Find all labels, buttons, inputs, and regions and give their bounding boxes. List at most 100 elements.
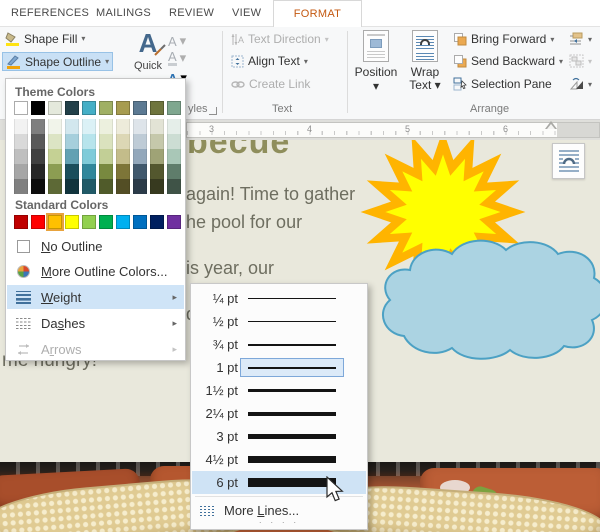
theme-variant-swatch[interactable] <box>31 119 45 134</box>
dashes-item[interactable]: Dashes ▸ <box>7 311 184 335</box>
position-button[interactable]: Position ▾ <box>352 30 400 116</box>
wrap-text-button[interactable]: Wrap Text ▾ <box>402 30 448 116</box>
standard-color-swatch[interactable] <box>167 215 181 229</box>
theme-variant-swatch[interactable] <box>14 134 28 149</box>
shape-outline-button[interactable]: Shape Outline ▾ <box>2 52 113 71</box>
send-backward-button[interactable]: Send Backward ▾ <box>450 53 566 69</box>
standard-color-swatch[interactable] <box>31 215 45 229</box>
theme-variant-swatch[interactable] <box>31 164 45 179</box>
weight-option-half[interactable]: ½ pt <box>192 310 366 333</box>
weight-option-4-5pt[interactable]: 4½ pt <box>192 448 366 471</box>
theme-variant-swatch[interactable] <box>150 179 164 194</box>
theme-variant-swatch[interactable] <box>31 149 45 164</box>
tab-review[interactable]: REVIEW <box>169 0 214 27</box>
no-outline-item[interactable]: No Outline <box>7 234 184 258</box>
theme-variant-swatch[interactable] <box>133 179 147 194</box>
weight-item[interactable]: Weight ▸ <box>7 285 184 309</box>
dialog-launcher-icon[interactable] <box>209 107 217 115</box>
tab-format-active[interactable]: FORMAT <box>273 0 362 27</box>
theme-variant-swatch[interactable] <box>116 119 130 134</box>
standard-color-swatch[interactable] <box>65 215 79 229</box>
arrows-item[interactable]: Arrows ▸ <box>7 337 184 361</box>
standard-color-swatch[interactable] <box>116 215 130 229</box>
theme-variant-swatch[interactable] <box>150 149 164 164</box>
theme-variant-swatch[interactable] <box>99 119 113 134</box>
text-direction-button[interactable]: A Text Direction ▾ <box>228 31 332 47</box>
theme-variant-swatch[interactable] <box>48 119 62 134</box>
tab-references[interactable]: REFERENCES <box>11 0 89 27</box>
theme-variant-swatch[interactable] <box>133 134 147 149</box>
theme-variant-swatch[interactable] <box>116 149 130 164</box>
theme-variant-swatch[interactable] <box>167 149 181 164</box>
theme-variant-swatch[interactable] <box>65 149 79 164</box>
theme-color-swatch[interactable] <box>82 101 96 115</box>
align-text-button[interactable]: Align Text ▾ <box>228 53 311 69</box>
theme-variant-swatch[interactable] <box>82 164 96 179</box>
theme-variant-swatch[interactable] <box>116 134 130 149</box>
theme-variant-swatch[interactable] <box>167 119 181 134</box>
shape-fill-button[interactable]: Shape Fill ▾ <box>2 30 88 47</box>
weight-option-1pt-selected[interactable]: 1 pt <box>192 356 366 379</box>
create-link-button[interactable]: Create Link <box>228 76 313 92</box>
standard-color-swatch[interactable] <box>133 215 147 229</box>
theme-variant-swatch[interactable] <box>48 134 62 149</box>
weight-option-quarter[interactable]: ¼ pt <box>192 287 366 310</box>
theme-color-swatch[interactable] <box>48 101 62 115</box>
weight-option-threequarter[interactable]: ¾ pt <box>192 333 366 356</box>
theme-variant-swatch[interactable] <box>82 134 96 149</box>
theme-variant-swatch[interactable] <box>31 179 45 194</box>
standard-color-swatch[interactable] <box>150 215 164 229</box>
theme-color-swatch[interactable] <box>133 101 147 115</box>
rotate-objects-button[interactable]: ▾ <box>566 76 595 92</box>
theme-variant-swatch[interactable] <box>99 179 113 194</box>
align-objects-button[interactable]: ▾ <box>566 31 595 47</box>
more-outline-colors-item[interactable]: More Outline Colors... <box>7 259 184 283</box>
theme-variant-swatch[interactable] <box>167 164 181 179</box>
theme-variant-swatch[interactable] <box>133 164 147 179</box>
theme-variant-swatch[interactable] <box>65 179 79 194</box>
theme-variant-swatch[interactable] <box>150 164 164 179</box>
weight-option-3pt[interactable]: 3 pt <box>192 425 366 448</box>
theme-color-swatch[interactable] <box>65 101 79 115</box>
theme-variant-swatch[interactable] <box>14 119 28 134</box>
theme-variant-swatch[interactable] <box>99 134 113 149</box>
theme-variant-swatch[interactable] <box>150 119 164 134</box>
group-objects-button[interactable]: ▾ <box>566 53 595 69</box>
theme-variant-swatch[interactable] <box>48 164 62 179</box>
theme-color-swatch[interactable] <box>99 101 113 115</box>
theme-variant-swatch[interactable] <box>31 134 45 149</box>
theme-color-swatch[interactable] <box>14 101 28 115</box>
theme-variant-swatch[interactable] <box>116 164 130 179</box>
theme-variant-swatch[interactable] <box>82 149 96 164</box>
theme-variant-swatch[interactable] <box>150 134 164 149</box>
weight-option-2-25pt[interactable]: 2¼ pt <box>192 402 366 425</box>
theme-variant-swatch[interactable] <box>167 134 181 149</box>
selection-pane-button[interactable]: Selection Pane <box>450 76 555 92</box>
text-fill-button[interactable]: A ▾ <box>168 33 198 49</box>
bring-forward-button[interactable]: Bring Forward ▾ <box>450 31 557 47</box>
theme-variant-swatch[interactable] <box>82 179 96 194</box>
theme-variant-swatch[interactable] <box>65 164 79 179</box>
theme-color-swatch[interactable] <box>31 101 45 115</box>
theme-variant-swatch[interactable] <box>133 119 147 134</box>
standard-color-swatch[interactable] <box>99 215 113 229</box>
theme-variant-swatch[interactable] <box>99 149 113 164</box>
theme-variant-swatch[interactable] <box>82 119 96 134</box>
theme-variant-swatch[interactable] <box>167 179 181 194</box>
theme-color-swatch[interactable] <box>116 101 130 115</box>
standard-color-swatch[interactable] <box>82 215 96 229</box>
cloud-shape[interactable] <box>383 241 600 359</box>
theme-variant-swatch[interactable] <box>14 149 28 164</box>
theme-variant-swatch[interactable] <box>48 149 62 164</box>
layout-options-button[interactable] <box>552 143 585 179</box>
weight-option-1-5pt[interactable]: 1½ pt <box>192 379 366 402</box>
tab-view[interactable]: VIEW <box>232 0 261 27</box>
standard-color-swatch[interactable] <box>48 215 62 229</box>
theme-variant-swatch[interactable] <box>133 149 147 164</box>
theme-color-swatch[interactable] <box>150 101 164 115</box>
theme-variant-swatch[interactable] <box>48 179 62 194</box>
theme-variant-swatch[interactable] <box>99 164 113 179</box>
theme-variant-swatch[interactable] <box>14 164 28 179</box>
theme-variant-swatch[interactable] <box>14 179 28 194</box>
theme-variant-swatch[interactable] <box>65 134 79 149</box>
